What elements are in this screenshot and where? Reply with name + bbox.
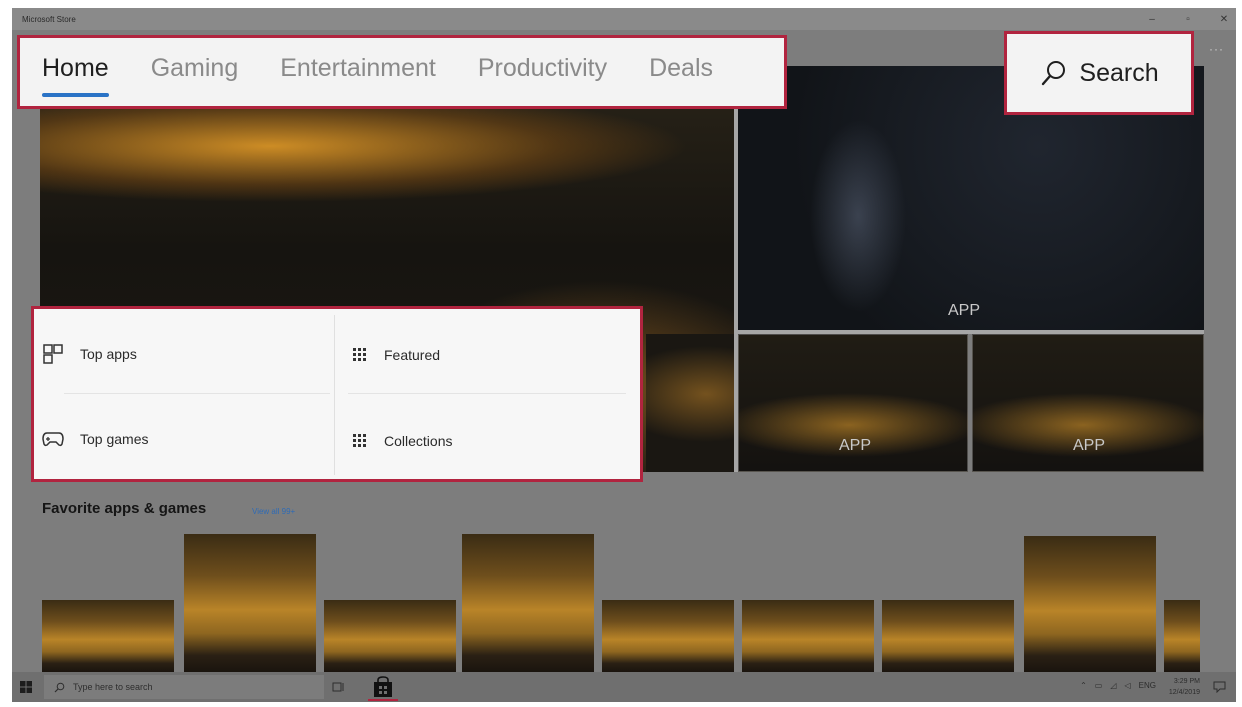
panel-divider	[334, 315, 335, 475]
category-top-apps[interactable]: Top apps	[42, 343, 137, 365]
system-tray: ⌃ ▭ ◿ ◁ ENG	[1080, 681, 1156, 690]
volume-icon[interactable]: ◁	[1125, 681, 1131, 690]
grid-icon	[353, 348, 366, 361]
favorites-title: Favorite apps & games	[42, 500, 207, 517]
clock-date: 12/4/2019	[1168, 689, 1200, 696]
battery-icon[interactable]: ▭	[1095, 681, 1103, 690]
tab-deals[interactable]: Deals	[649, 54, 713, 91]
close-button[interactable]: ✕	[1218, 14, 1230, 25]
active-app-indicator	[368, 699, 398, 701]
search-label: Search	[1079, 58, 1159, 87]
category-label: Featured	[384, 347, 441, 363]
search-icon	[1042, 61, 1066, 86]
more-options-button[interactable]: ···	[1209, 42, 1224, 56]
windows-start-icon[interactable]	[20, 681, 32, 693]
window-controls: – ▫ ✕	[1146, 8, 1230, 30]
category-label: Top games	[80, 431, 149, 447]
title-bar: Microsoft Store – ▫ ✕	[12, 8, 1236, 30]
store-window: Microsoft Store – ▫ ✕ ··· APP APP APP Ho…	[12, 8, 1236, 702]
taskbar-clock[interactable]: 3:29 PM 12/4/2019	[1169, 676, 1200, 698]
category-top-games[interactable]: Top games	[42, 430, 148, 448]
taskbar-search-placeholder: Type here to search	[73, 682, 153, 692]
hero-divider	[734, 66, 738, 472]
hero-image-strip	[646, 334, 734, 472]
app-thumbnail[interactable]	[462, 534, 594, 672]
view-all-link[interactable]: View all 99+	[252, 507, 295, 516]
category-label: Collections	[384, 433, 453, 449]
tab-gaming[interactable]: Gaming	[151, 54, 239, 91]
app-thumbnail[interactable]	[1024, 536, 1156, 672]
category-featured[interactable]: Featured	[352, 347, 440, 363]
hero-tile-label: APP	[948, 302, 981, 319]
network-icon[interactable]: ◿	[1110, 681, 1116, 690]
hero-divider	[738, 330, 1204, 334]
search-icon	[54, 682, 65, 692]
app-thumbnail[interactable]	[324, 600, 456, 672]
category-panel: Top apps Featured Top games Collections	[31, 306, 643, 482]
window-title: Microsoft Store	[22, 14, 76, 24]
top-apps-icon	[43, 344, 63, 364]
hero-tile-label: APP	[1073, 437, 1106, 454]
app-thumbnail[interactable]	[602, 600, 734, 672]
hero-tile-small-1[interactable]: APP	[738, 334, 968, 472]
app-thumbnail[interactable]	[742, 600, 874, 672]
grid-icon	[353, 434, 366, 447]
tab-productivity[interactable]: Productivity	[478, 54, 607, 91]
clock-time: 3:29 PM	[1173, 678, 1200, 685]
app-thumbnail[interactable]	[42, 600, 174, 672]
maximize-button[interactable]: ▫	[1182, 14, 1194, 25]
tab-entertainment[interactable]: Entertainment	[280, 54, 436, 91]
task-view-icon[interactable]	[332, 681, 346, 693]
language-indicator[interactable]: ENG	[1139, 681, 1156, 690]
search-button[interactable]: Search	[1004, 31, 1194, 115]
panel-divider	[64, 393, 330, 394]
tab-home[interactable]: Home	[42, 54, 109, 97]
nav-tabs: Home Gaming Entertainment Productivity D…	[17, 35, 787, 109]
taskbar: Type here to search ⌃ ▭ ◿ ◁ ENG 3:29 PM …	[12, 672, 1236, 702]
app-thumbnail[interactable]	[184, 534, 316, 672]
hero-tile-label: APP	[839, 437, 872, 454]
category-collections[interactable]: Collections	[352, 433, 452, 449]
hero-tile-small-2[interactable]: APP	[972, 334, 1204, 472]
minimize-button[interactable]: –	[1146, 14, 1158, 25]
taskbar-search[interactable]: Type here to search	[44, 675, 324, 699]
notification-icon[interactable]	[1213, 681, 1226, 693]
store-taskbar-icon[interactable]	[370, 676, 396, 698]
panel-divider	[348, 393, 626, 394]
app-thumbnail[interactable]	[882, 600, 1014, 672]
category-label: Top apps	[80, 346, 137, 362]
gamepad-icon	[42, 432, 64, 447]
chevron-up-icon[interactable]: ⌃	[1080, 681, 1087, 690]
app-thumbnail[interactable]	[1164, 600, 1200, 672]
